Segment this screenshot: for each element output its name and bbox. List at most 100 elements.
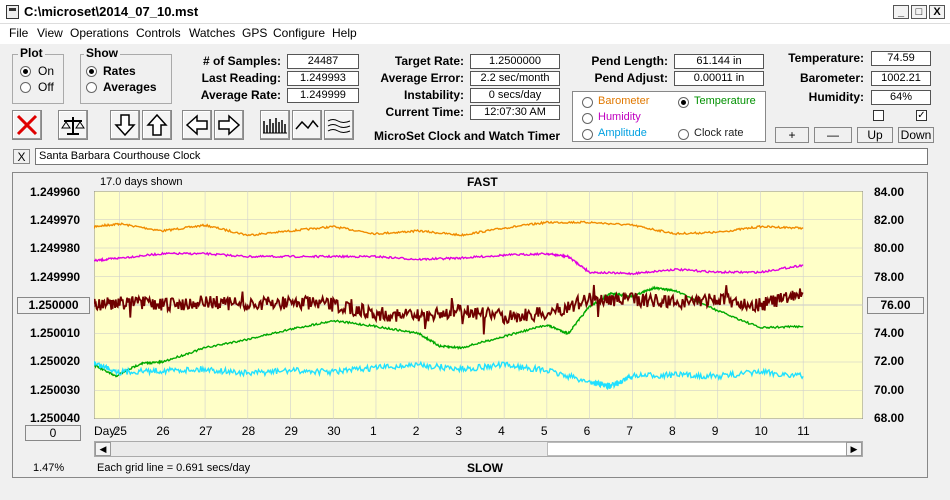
x-tick-label: 2: [413, 424, 420, 438]
pend-adjust-label: Pend Adjust:: [572, 71, 668, 85]
y-right-tick: 84.00: [874, 185, 904, 199]
plot-group-label: Plot: [18, 46, 45, 60]
left-arrow-icon: [183, 111, 211, 139]
y-left-tick: 1.250030: [30, 383, 80, 397]
pend-adjust-value[interactable]: 0.00011 in: [674, 71, 764, 86]
humidity-value: 64%: [871, 90, 931, 105]
up-button[interactable]: Up: [857, 127, 893, 143]
center-rate-button[interactable]: 1.250000: [17, 297, 90, 314]
sensor-temperature-radio[interactable]: [678, 97, 689, 108]
scroll-thumb[interactable]: [547, 442, 847, 456]
plot-off-radio[interactable]: [20, 82, 31, 93]
menu-configure[interactable]: Configure: [273, 26, 325, 40]
y-right-tick: 74.00: [874, 326, 904, 340]
right-checkbox[interactable]: ✓: [916, 110, 927, 121]
left-arrow-button[interactable]: [182, 110, 212, 140]
grid-note: Each grid line = 0.691 secs/day: [97, 462, 250, 474]
minus-button[interactable]: —: [814, 127, 852, 143]
down-arrow-button[interactable]: [110, 110, 140, 140]
days-shown-label: 17.0 days shown: [100, 176, 183, 188]
clear-notes-button[interactable]: X: [13, 149, 30, 164]
maximize-button[interactable]: □: [911, 5, 927, 19]
sensor-amplitude-radio[interactable]: [582, 129, 593, 140]
plot-off-label: Off: [38, 80, 54, 94]
up-arrow-icon: [143, 111, 171, 139]
samples-label: # of Samples:: [175, 54, 281, 68]
pend-length-label: Pend Length:: [572, 54, 668, 68]
menu-bar: File View Operations Controls Watches GP…: [0, 24, 950, 44]
plot-on-radio[interactable]: [20, 66, 31, 77]
center-temp-button[interactable]: 76.00: [867, 297, 924, 314]
average-rate-value: 1.249999: [287, 88, 359, 103]
sensor-amplitude-label: Amplitude: [598, 127, 647, 139]
scroll-left-button[interactable]: ◀: [95, 442, 111, 456]
x-tick-label: 6: [584, 424, 591, 438]
menu-operations[interactable]: Operations: [70, 26, 129, 40]
y-left-tick: 1.249990: [30, 270, 80, 284]
y-left-tick: 1.249970: [30, 213, 80, 227]
x-tick-label: 26: [156, 424, 169, 438]
chart-plot: [94, 191, 863, 419]
instability-label: Instability:: [366, 88, 464, 102]
y-left-tick: 1.250040: [30, 411, 80, 425]
show-rates-radio[interactable]: [86, 66, 97, 77]
sensor-humidity-radio[interactable]: [582, 113, 593, 124]
multi-wave-button[interactable]: [324, 110, 354, 140]
balance-button[interactable]: [58, 110, 88, 140]
average-error-label: Average Error:: [366, 71, 464, 85]
sensor-barometer-radio[interactable]: [582, 97, 593, 108]
down-button[interactable]: Down: [898, 127, 934, 143]
barometer-label: Barometer:: [770, 71, 864, 85]
minimize-button[interactable]: _: [893, 5, 909, 19]
target-rate-label: Target Rate:: [366, 54, 464, 68]
scroll-right-button[interactable]: ▶: [846, 442, 862, 456]
menu-gps[interactable]: GPS: [242, 26, 267, 40]
window-title: C:\microset\2014_07_10.mst: [24, 4, 198, 19]
target-rate-value[interactable]: 1.2500000: [470, 54, 560, 69]
x-tick-label: 10: [754, 424, 767, 438]
menu-controls[interactable]: Controls: [136, 26, 181, 40]
temperature-label: Temperature:: [770, 51, 864, 65]
x-tick-label: 8: [669, 424, 676, 438]
notes-input[interactable]: Santa Barbara Courthouse Clock: [35, 148, 928, 165]
menu-file[interactable]: File: [9, 26, 28, 40]
y-left-tick: 1.250010: [30, 326, 80, 340]
show-averages-radio[interactable]: [86, 82, 97, 93]
red-x-icon: [13, 111, 41, 139]
wave-button[interactable]: [292, 110, 322, 140]
menu-watches[interactable]: Watches: [189, 26, 235, 40]
sensor-barometer-label: Barometer: [598, 95, 649, 107]
current-time-value: 12:07:30 AM: [470, 105, 560, 120]
menu-help[interactable]: Help: [332, 26, 357, 40]
app-name: MicroSet Clock and Watch Timer: [374, 129, 560, 143]
menu-view[interactable]: View: [37, 26, 63, 40]
last-reading-label: Last Reading:: [175, 71, 281, 85]
average-rate-label: Average Rate:: [175, 88, 281, 102]
sensor-clock-rate-radio[interactable]: [678, 129, 689, 140]
percent-label: 1.47%: [33, 462, 64, 474]
temperature-value: 74.59: [871, 51, 931, 66]
histogram-button[interactable]: [260, 110, 290, 140]
show-group-label: Show: [84, 46, 120, 60]
up-arrow-button[interactable]: [142, 110, 172, 140]
x-tick-label: 11: [797, 424, 809, 438]
plus-button[interactable]: +: [775, 127, 809, 143]
left-checkbox[interactable]: [873, 110, 884, 121]
y-left-tick: 1.250020: [30, 354, 80, 368]
stop-button[interactable]: [12, 110, 42, 140]
average-error-value: 2.2 sec/month: [470, 71, 560, 86]
left-zero-button[interactable]: 0: [25, 425, 81, 441]
app-icon[interactable]: [6, 5, 19, 19]
x-tick-label: 1: [370, 424, 377, 438]
x-tick-label: 4: [498, 424, 505, 438]
right-arrow-button[interactable]: [214, 110, 244, 140]
x-tick-label: 25: [114, 424, 127, 438]
instability-value: 0 secs/day: [470, 88, 560, 103]
last-reading-value: 1.249993: [287, 71, 359, 86]
pend-length-value[interactable]: 61.144 in: [674, 54, 764, 69]
close-button[interactable]: X: [929, 5, 945, 19]
histogram-icon: [261, 111, 289, 139]
show-group: [80, 54, 172, 104]
x-tick-label: 3: [455, 424, 462, 438]
x-tick-label: 28: [242, 424, 255, 438]
